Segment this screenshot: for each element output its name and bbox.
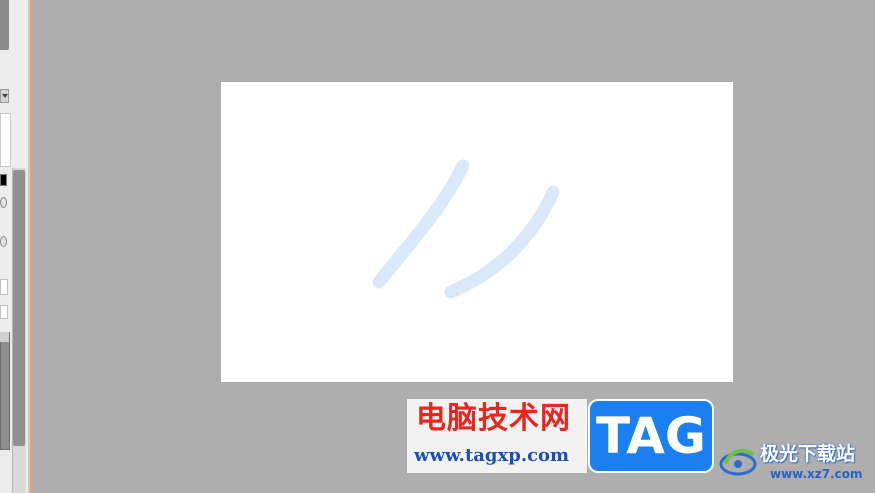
canvas-strokes [372, 159, 560, 299]
watermark-logo-name: 极光下载站 [760, 443, 856, 465]
drawing-canvas[interactable] [221, 82, 733, 382]
layer-collapse-icon[interactable] [0, 332, 9, 342]
layer-list-area[interactable] [0, 332, 10, 450]
brush-preview [0, 113, 11, 167]
watermark-tag-label: TAG [596, 407, 706, 465]
value-field-2[interactable] [0, 305, 8, 319]
panel-scrollbar-thumb[interactable] [13, 170, 25, 446]
size-spinner[interactable] [0, 197, 7, 208]
watermark-tag-badge: TAG [588, 399, 714, 473]
tool-settings-panel [0, 0, 29, 493]
opacity-spinner[interactable] [0, 236, 7, 247]
brush-stroke-2 [444, 185, 560, 299]
panel-resize-handle[interactable] [30, 0, 32, 493]
brush-stroke-1 [372, 159, 470, 289]
watermark-site-name: 电脑技术网 [416, 401, 571, 436]
panel-scroll-thumb-top[interactable] [0, 0, 9, 50]
value-field-1[interactable] [0, 279, 8, 295]
brush-dropdown-button[interactable] [0, 89, 9, 103]
aurora-logo-icon [719, 448, 757, 476]
color-swatch[interactable] [0, 174, 7, 186]
watermark-site-url: www.tagxp.com [414, 445, 570, 466]
watermark-logo-url: www.xz7.com [770, 467, 863, 481]
